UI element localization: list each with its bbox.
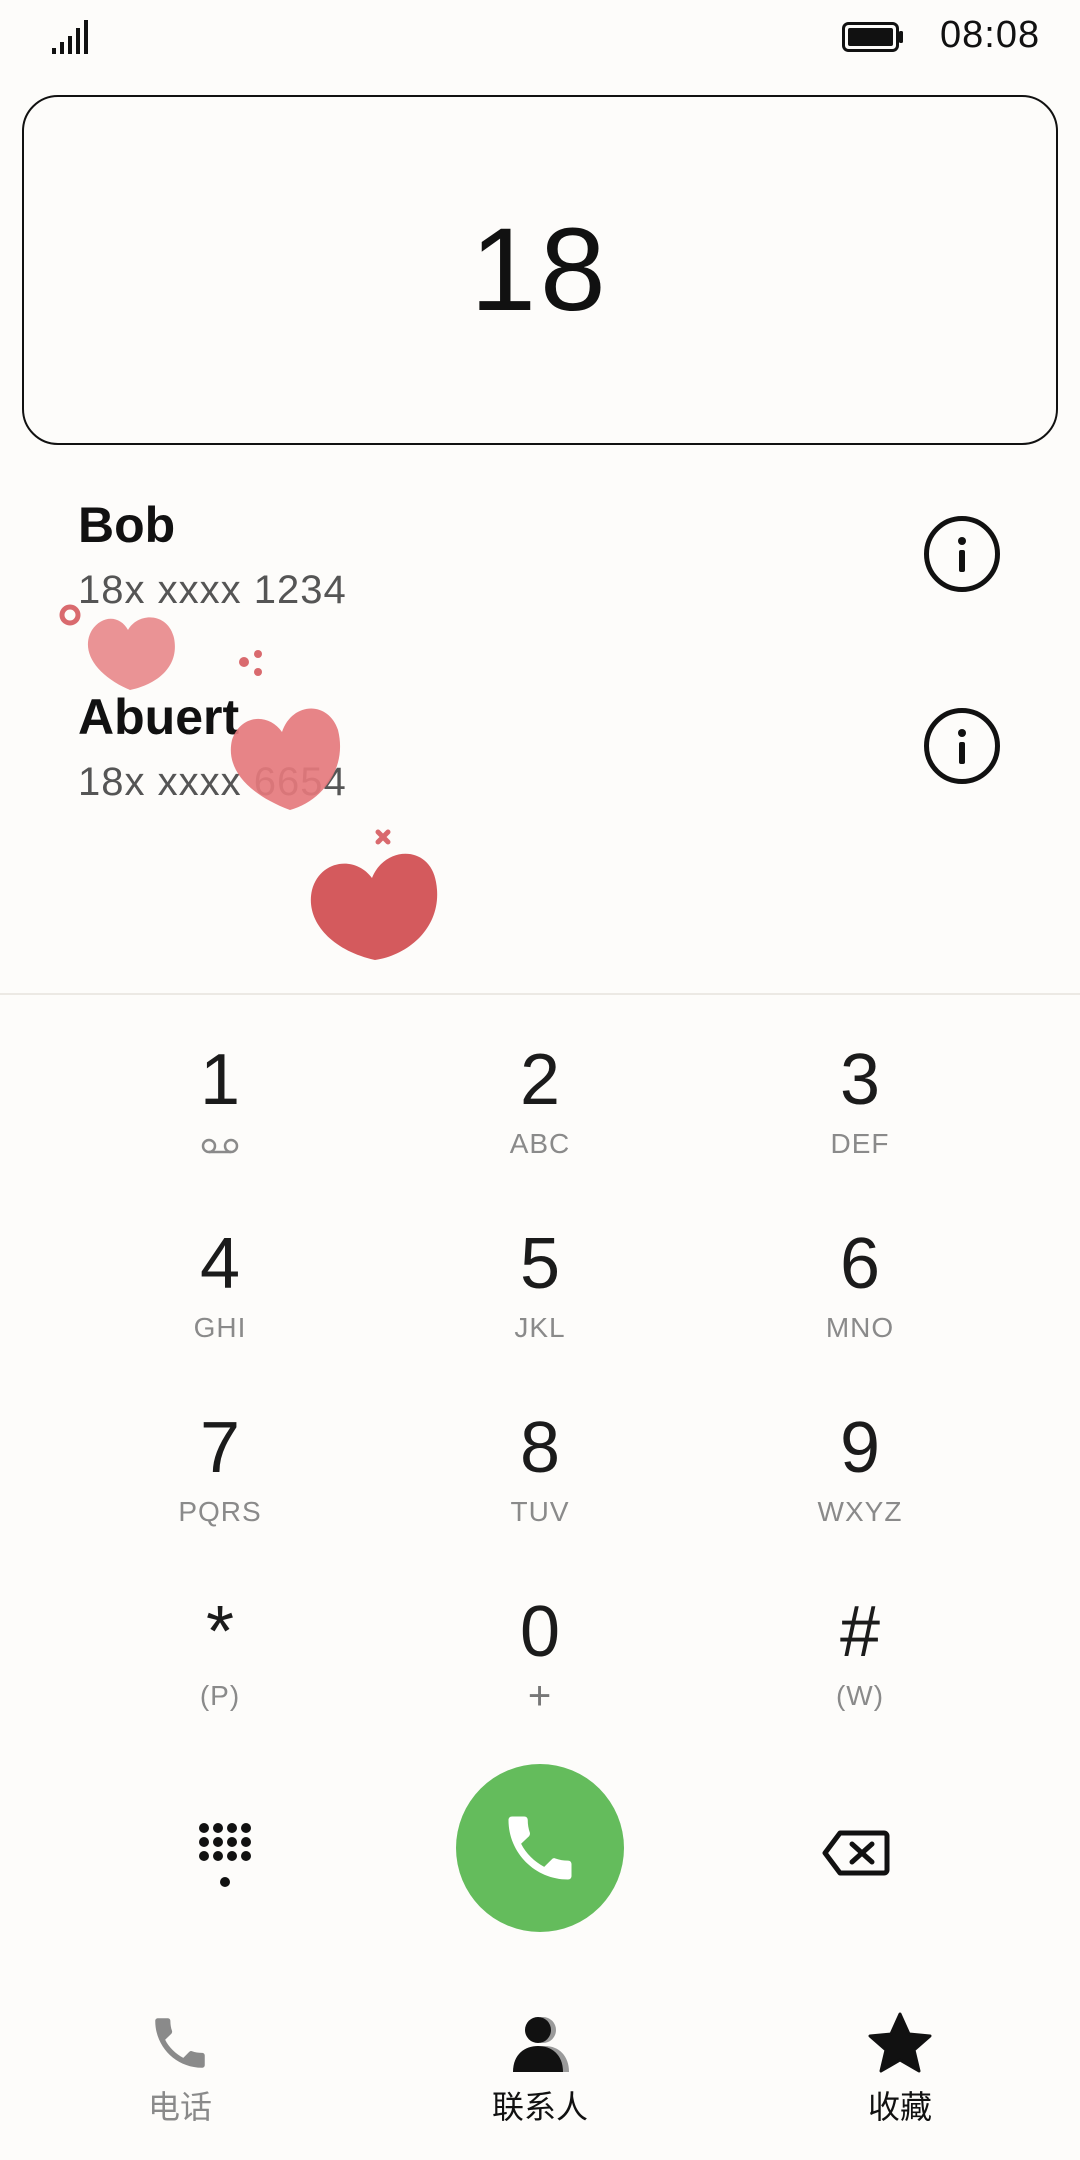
key-4[interactable]: 4 GHI	[80, 1224, 360, 1394]
dialpad-toggle-icon[interactable]	[196, 1820, 252, 1890]
key-digit: 0	[519, 1592, 561, 1672]
key-8[interactable]: 8 TUV	[400, 1408, 680, 1578]
key-letters: PQRS	[178, 1496, 262, 1527]
nav-label: 电话	[147, 2089, 212, 2125]
nav-item-phone[interactable]: 电话	[60, 2010, 300, 2130]
key-7[interactable]: 7 PQRS	[80, 1408, 360, 1578]
key-letters: WXYZ	[817, 1496, 903, 1527]
key-letters: ABC	[509, 1128, 571, 1159]
key-6[interactable]: 6 MNO	[720, 1224, 1000, 1394]
suggestion-item[interactable]: Bob 18x xxxx 1234	[0, 478, 1080, 658]
key-digit: *	[205, 1592, 235, 1672]
voicemail-icon	[201, 1138, 239, 1154]
nav-label: 联系人	[491, 2089, 588, 2125]
key-digit: 1	[199, 1040, 241, 1120]
key-digit: 6	[839, 1224, 881, 1304]
info-icon[interactable]	[924, 708, 1000, 784]
key-hash[interactable]: # (W)	[720, 1592, 1000, 1762]
key-0[interactable]: 0 +	[400, 1592, 680, 1762]
key-digit: 9	[839, 1408, 881, 1488]
key-5[interactable]: 5 JKL	[400, 1224, 680, 1394]
key-letters: DEF	[830, 1128, 890, 1159]
nav-item-contacts[interactable]: 联系人	[420, 2010, 660, 2130]
call-button[interactable]	[456, 1764, 624, 1932]
phone-icon	[155, 2018, 205, 2068]
key-digit: #	[839, 1592, 881, 1672]
nav-label: 收藏	[867, 2089, 932, 2125]
key-1[interactable]: 1	[80, 1040, 360, 1210]
suggestion-number: 18x xxxx 1234	[78, 568, 347, 612]
dialer-screen: 08:08 18 Bob 18x xxxx 1234 Abuert 18x xx…	[0, 0, 1080, 2160]
key-letters: JKL	[514, 1312, 566, 1343]
suggestion-name: Abuert	[78, 689, 240, 745]
key-3[interactable]: 3 DEF	[720, 1040, 1000, 1210]
dialed-number-display[interactable]: 18	[22, 95, 1058, 445]
info-icon[interactable]	[924, 516, 1000, 592]
battery-icon	[842, 22, 903, 52]
key-letters: +	[527, 1674, 553, 1718]
phone-icon	[508, 1816, 572, 1880]
key-letters: (P)	[199, 1680, 241, 1711]
key-digit: 4	[199, 1224, 241, 1304]
star-icon	[868, 2012, 932, 2073]
suggestion-number: 18x xxxx 6654	[78, 760, 347, 804]
suggestion-item[interactable]: Abuert 18x xxxx 6654	[0, 670, 1080, 850]
backspace-icon[interactable]	[822, 1830, 890, 1876]
key-digit: 5	[519, 1224, 561, 1304]
key-letters: TUV	[510, 1496, 570, 1527]
key-letters: (W)	[835, 1680, 885, 1711]
suggestion-name: Bob	[78, 497, 176, 553]
status-time: 08:08	[940, 14, 1041, 56]
key-digit: 8	[519, 1408, 561, 1488]
contacts-icon	[513, 2017, 569, 2072]
keypad-divider	[0, 993, 1080, 995]
key-letters: GHI	[193, 1312, 247, 1343]
key-digit: 7	[199, 1408, 241, 1488]
key-star[interactable]: * (P)	[80, 1592, 360, 1762]
key-digit: 3	[839, 1040, 881, 1120]
key-9[interactable]: 9 WXYZ	[720, 1408, 1000, 1578]
bottom-navigation: 电话 联系人 收藏	[0, 2010, 1080, 2160]
key-digit: 2	[519, 1040, 561, 1120]
heart-large	[310, 853, 438, 960]
key-letters: MNO	[825, 1312, 895, 1343]
nav-item-favorites[interactable]: 收藏	[780, 2010, 1020, 2130]
status-bar: 08:08	[0, 0, 1080, 80]
signal-icon	[52, 20, 88, 54]
dialed-number: 18	[470, 204, 610, 336]
key-2[interactable]: 2 ABC	[400, 1040, 680, 1210]
